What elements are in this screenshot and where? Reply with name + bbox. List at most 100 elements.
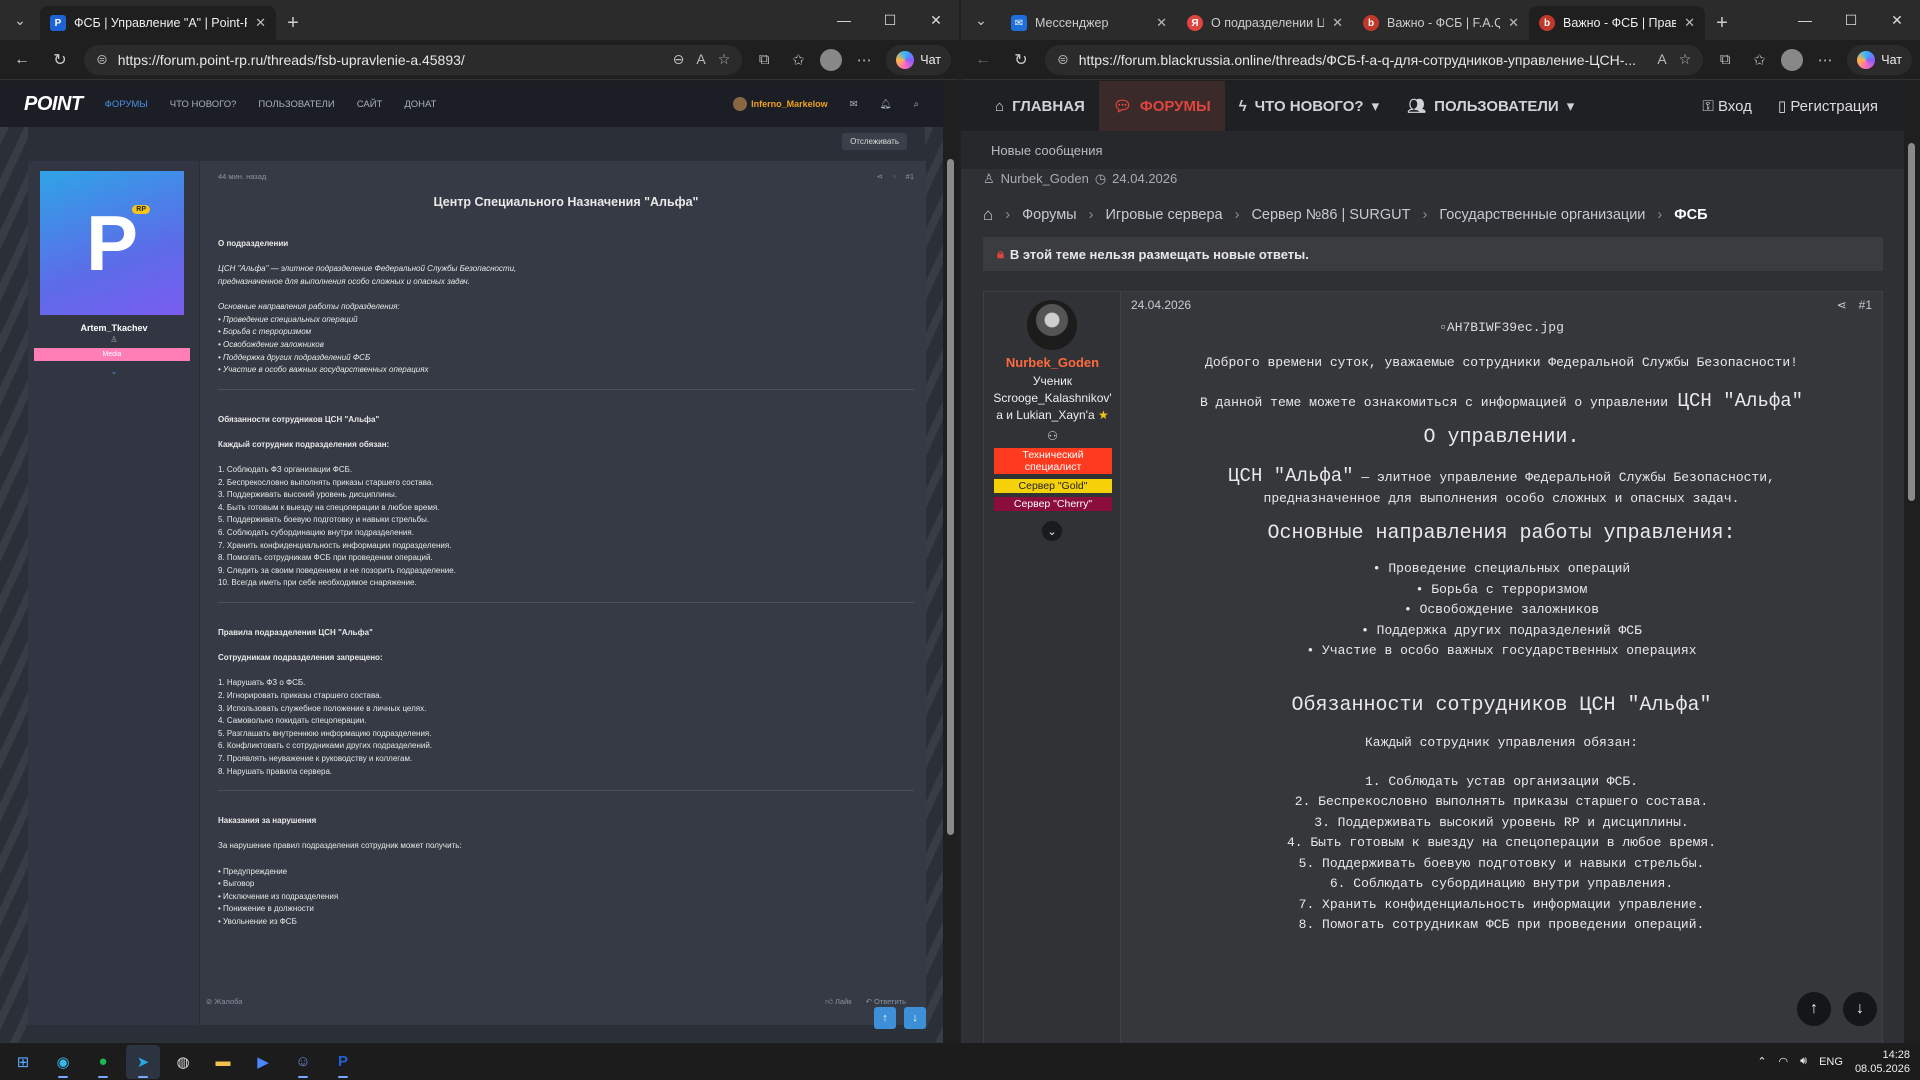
post-number[interactable]: #1	[1859, 298, 1872, 312]
copilot-chat-button[interactable]: Чат	[1847, 44, 1912, 75]
close-tab-icon[interactable]: ✕	[1508, 15, 1519, 31]
reply-button[interactable]: ↶ Ответить	[866, 997, 906, 1007]
edge-icon[interactable]: ◉	[46, 1045, 80, 1079]
author-avatar[interactable]	[1027, 300, 1077, 350]
post-number[interactable]: #1	[906, 171, 914, 184]
reload-icon[interactable]: ↻	[46, 46, 74, 74]
more-icon[interactable]: ⋯	[852, 51, 876, 69]
login-link[interactable]: ⚿ Вход	[1702, 98, 1752, 115]
new-posts-link[interactable]: Новые сообщения	[991, 143, 1103, 158]
nav-forums[interactable]: 💬︎ ФОРУМЫ	[1098, 81, 1225, 131]
nav-forums[interactable]: ФОРУМЫ	[105, 99, 148, 110]
tab-yandex[interactable]: Я О подразделении ЦС ✕	[1177, 6, 1353, 40]
scrollbar-thumb[interactable]	[1908, 143, 1915, 501]
tab-point-rp[interactable]: P ФСБ | Управление "А" | Point-Rp ✕	[40, 6, 276, 40]
search-icon[interactable]: ⌕	[914, 99, 919, 110]
like-button[interactable]: 👍︎ Лайк	[825, 997, 852, 1007]
maximize-icon[interactable]: ☐	[1828, 0, 1874, 40]
discord-icon[interactable]: ☺	[286, 1045, 320, 1079]
maximize-icon[interactable]: ☐	[867, 0, 913, 40]
file-explorer-icon[interactable]: ▬	[206, 1045, 240, 1079]
current-user[interactable]: Inferno_Markelow	[733, 97, 828, 111]
profile-avatar[interactable]	[820, 48, 843, 71]
minimize-icon[interactable]: —	[821, 0, 867, 40]
close-tab-icon[interactable]: ✕	[255, 15, 266, 31]
start-button[interactable]: ⊞	[6, 1045, 40, 1079]
read-aloud-icon[interactable]: A	[696, 51, 705, 68]
scroll-down-button[interactable]: ↓	[1843, 992, 1877, 1026]
scroll-down-button[interactable]: ↓	[904, 1007, 926, 1029]
breadcrumb-item[interactable]: Игровые сервера	[1105, 207, 1222, 223]
game-launcher-icon[interactable]: ▶	[246, 1045, 280, 1079]
favorite-star-icon[interactable]: ☆	[718, 51, 731, 68]
github-icon[interactable]: ◍	[166, 1045, 200, 1079]
favorites-icon[interactable]: ✩	[1747, 51, 1771, 69]
read-aloud-icon[interactable]: A	[1657, 51, 1666, 68]
home-icon[interactable]: ⌂	[983, 205, 993, 225]
url-field[interactable]: ⊜ https://forum.blackrussia.online/threa…	[1045, 44, 1704, 75]
point-launcher-icon[interactable]: P	[326, 1045, 360, 1079]
share-icon[interactable]: ⋖	[877, 171, 883, 184]
expand-author-icon[interactable]: ⌄	[28, 367, 200, 376]
close-tab-icon[interactable]: ✕	[1332, 15, 1343, 31]
nav-users[interactable]: ПОЛЬЗОВАТЕЛИ	[258, 99, 334, 110]
url-field[interactable]: ⊜ https://forum.point-rp.ru/threads/fsb-…	[84, 44, 743, 75]
nav-site[interactable]: САЙТ	[357, 99, 383, 110]
point-logo[interactable]: POINT	[24, 93, 83, 116]
reload-icon[interactable]: ↻	[1007, 46, 1035, 74]
clock[interactable]: 14:28 08.05.2026	[1855, 1048, 1910, 1076]
breadcrumb-item[interactable]: Сервер №86 | SURGUT	[1251, 207, 1410, 223]
profile-avatar[interactable]	[1781, 48, 1804, 71]
nav-home[interactable]: ⌂ ГЛАВНАЯ	[981, 81, 1099, 131]
wifi-icon[interactable]: ◠	[1779, 1055, 1789, 1068]
nav-users[interactable]: 👥︎ ПОЛЬЗОВАТЕЛИ ▾	[1393, 81, 1588, 131]
new-tab-button[interactable]: +	[276, 6, 310, 40]
spotify-icon[interactable]: ●	[86, 1045, 120, 1079]
breadcrumb-item[interactable]: Государственные организации	[1439, 207, 1645, 223]
scroll-up-button[interactable]: ↑	[1797, 992, 1831, 1026]
mail-icon[interactable]: ✉	[850, 99, 858, 110]
share-icon[interactable]: ⋖	[1837, 298, 1847, 312]
close-window-icon[interactable]: ✕	[1874, 0, 1920, 40]
left-scrollbar[interactable]	[943, 81, 959, 1043]
close-tab-icon[interactable]: ✕	[1156, 15, 1167, 31]
site-info-icon[interactable]: ⊜	[1057, 51, 1069, 68]
register-link[interactable]: ▯ Регистрация	[1778, 97, 1878, 115]
tab-rules[interactable]: b Важно - ФСБ | Прави ✕	[1529, 6, 1705, 40]
author-name[interactable]: Nurbek_Goden	[984, 355, 1121, 370]
tab-faq[interactable]: b Важно - ФСБ | F.A.Q д ✕	[1353, 6, 1529, 40]
chevron-up-icon[interactable]: ⌃	[1757, 1055, 1766, 1068]
scroll-up-button[interactable]: ↑	[874, 1007, 896, 1029]
breadcrumb-item[interactable]: Форумы	[1022, 207, 1076, 223]
telegram-icon[interactable]: ➤	[126, 1044, 160, 1079]
volume-icon[interactable]: 🔊︎	[1800, 1055, 1807, 1068]
scrollbar-thumb[interactable]	[947, 159, 954, 835]
copilot-chat-button[interactable]: Чат	[886, 44, 951, 75]
close-window-icon[interactable]: ✕	[913, 0, 959, 40]
thread-author[interactable]: Nurbek_Goden	[1001, 171, 1089, 187]
favorites-icon[interactable]: ✩	[786, 51, 810, 69]
extensions-icon[interactable]: ⧉	[752, 51, 776, 68]
favorite-star-icon[interactable]: ☆	[1679, 51, 1692, 68]
tab-actions-menu[interactable]: ⌄	[961, 0, 1001, 40]
language-indicator[interactable]: ENG	[1819, 1056, 1843, 1068]
site-info-icon[interactable]: ⊜	[96, 51, 108, 68]
minimize-icon[interactable]: —	[1782, 0, 1828, 40]
zoom-icon[interactable]: ⊖	[673, 51, 685, 68]
bookmark-icon[interactable]: ▫	[893, 171, 896, 184]
nav-whats-new[interactable]: ϟ ЧТО НОВОГО? ▾	[1225, 81, 1393, 131]
tab-messenger[interactable]: ✉ Мессенджер ✕	[1001, 6, 1177, 40]
report-link[interactable]: ⊘ Жалоба	[206, 997, 242, 1007]
tab-actions-menu[interactable]: ⌄	[0, 0, 40, 40]
close-tab-icon[interactable]: ✕	[1684, 15, 1695, 31]
new-tab-button[interactable]: +	[1705, 6, 1739, 40]
follow-button[interactable]: Отслеживать	[842, 133, 907, 150]
author-name[interactable]: Artem_Tkachev	[28, 323, 200, 333]
bell-icon[interactable]: 🔔︎	[880, 99, 892, 110]
breadcrumb-current[interactable]: ФСБ	[1674, 207, 1707, 223]
back-arrow-icon[interactable]: ←	[8, 46, 36, 74]
nav-donate[interactable]: ДОНАТ	[404, 99, 436, 110]
extensions-icon[interactable]: ⧉	[1713, 51, 1737, 68]
right-scrollbar[interactable]	[1904, 81, 1920, 1043]
more-icon[interactable]: ⋯	[1813, 51, 1837, 69]
